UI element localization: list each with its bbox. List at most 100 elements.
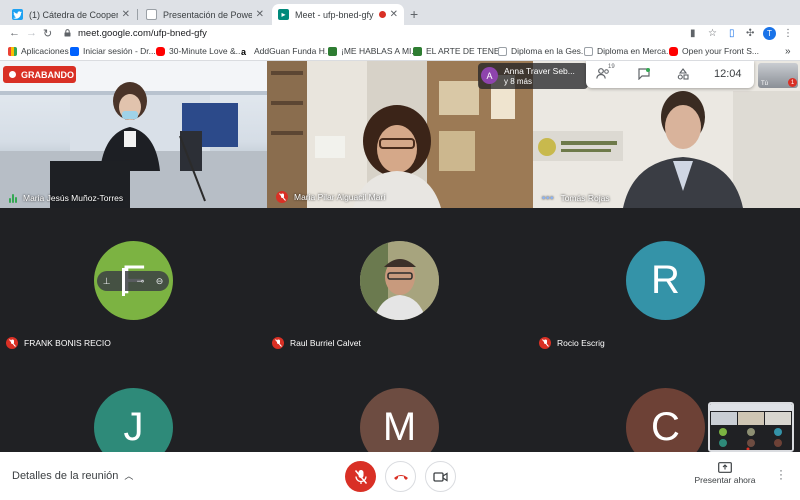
- preview-thumbnail: [710, 404, 792, 450]
- participant-name: Rocio Escrig: [539, 337, 605, 349]
- book-icon: [413, 46, 422, 56]
- dropbox-icon: [70, 46, 79, 56]
- document-icon: [584, 46, 593, 56]
- more-options-icon[interactable]: · · ·: [779, 464, 783, 484]
- amazon-icon: a: [241, 46, 250, 57]
- notification-badge: 1: [788, 78, 797, 87]
- video-camera-icon: [433, 471, 448, 482]
- new-tab-button[interactable]: +: [410, 6, 418, 22]
- presenter-name: Anna Traver Seb...: [504, 66, 575, 76]
- present-now-button[interactable]: Presentar ahora: [692, 462, 758, 485]
- participant-count: 19: [608, 64, 615, 70]
- remove-icon[interactable]: ⊖: [156, 276, 164, 287]
- present-screen-icon: [718, 462, 732, 473]
- hang-up-icon: [393, 474, 408, 480]
- youtube-icon: [669, 46, 678, 56]
- tile-hover-controls: ⊥ ⊸ ⊖: [97, 268, 169, 296]
- recording-dot-icon: [378, 11, 386, 18]
- apps-grid-icon: [8, 46, 17, 56]
- tab-twitter[interactable]: (1) Cátedra de Cooperativas Ag ✕: [6, 4, 136, 25]
- avatar: A: [481, 67, 498, 84]
- self-view-thumbnail[interactable]: Tú 1: [758, 63, 798, 88]
- text-cursor: [122, 268, 126, 296]
- browser-toolbar: ← → ↻ meet.google.com/ufp-bned-gfy ▮ ☆ ▯…: [0, 25, 800, 43]
- bookmark-item[interactable]: a AddGuan Funda H...: [241, 46, 332, 57]
- participant-name: ••• Tomás Rojas: [542, 193, 610, 203]
- avatar-photo: [360, 241, 439, 320]
- avatar: J: [94, 388, 173, 452]
- pin-icon[interactable]: ⊥: [103, 276, 111, 287]
- bookmarks-overflow[interactable]: »: [785, 46, 791, 57]
- close-icon[interactable]: ✕: [122, 9, 130, 20]
- close-icon[interactable]: ✕: [390, 9, 398, 20]
- bookmark-item[interactable]: Diploma en la Ges...: [498, 46, 588, 56]
- self-label: Tú: [761, 81, 769, 87]
- meeting-clock: 12:04: [714, 68, 742, 80]
- participant-name: Maria Pilar Alguacil Marí: [276, 191, 386, 203]
- avatar: [360, 241, 439, 320]
- tab-powerpoint[interactable]: Presentación de PowerPoint ✕: [140, 4, 270, 25]
- camera-icon[interactable]: ▮: [690, 28, 696, 39]
- chat-icon[interactable]: [638, 68, 650, 80]
- tab-separator: [137, 9, 138, 20]
- microphone-toggle-button[interactable]: [345, 461, 376, 492]
- activities-icon[interactable]: [677, 68, 689, 80]
- bookmark-item[interactable]: EL ARTE DE TENE...: [413, 46, 507, 56]
- bookmark-item[interactable]: Diploma en Merca...: [584, 46, 673, 56]
- twitter-icon: [12, 9, 23, 20]
- recording-dot-icon: [9, 71, 16, 78]
- more-dots-icon: •••: [542, 193, 555, 203]
- tab-meet[interactable]: ▸ Meet - ufp-bned-gfy ✕: [272, 4, 404, 25]
- meet-stage: Maria Jesús Muñoz-Torres Maria Pilar Alg…: [0, 61, 800, 452]
- address-bar[interactable]: meet.google.com/ufp-bned-gfy: [78, 28, 207, 39]
- presenter-more: y 8 más: [504, 77, 533, 86]
- recording-badge: GRABANDO: [3, 66, 76, 83]
- video-feed: [0, 61, 267, 208]
- back-icon[interactable]: ←: [9, 27, 20, 39]
- avatar: M: [360, 388, 439, 452]
- lock-icon: [64, 29, 71, 37]
- extension-doc-icon[interactable]: ▯: [729, 28, 735, 39]
- document-icon: [498, 46, 507, 56]
- kebab-menu-icon[interactable]: ⋮: [783, 28, 793, 39]
- mic-off-icon: [276, 191, 288, 203]
- bookmarks-bar: Aplicaciones Iniciar sesión - Dr... 30-M…: [0, 43, 800, 61]
- camera-toggle-button[interactable]: [425, 461, 456, 492]
- document-icon: [146, 9, 157, 20]
- star-icon[interactable]: ☆: [708, 28, 717, 39]
- bookmark-item[interactable]: 30-Minute Love &...: [156, 46, 243, 56]
- bookmark-item[interactable]: ¡ME HABLAS A MI...: [328, 46, 418, 56]
- participant-name: Raul Burriel Calvet: [272, 337, 361, 349]
- participant-name: Maria Jesús Muñoz-Torres: [9, 193, 123, 203]
- youtube-icon: [156, 46, 165, 56]
- meet-bottom-bar: Detalles de la reunión ︿ Presentar ahora…: [0, 452, 800, 500]
- tab-title: Presentación de PowerPoint: [163, 9, 252, 20]
- mute-toggle-icon[interactable]: ⊸: [137, 276, 145, 287]
- bookmark-item[interactable]: Open your Front S...: [669, 46, 759, 56]
- mic-off-icon: [539, 337, 551, 349]
- forward-icon[interactable]: →: [26, 27, 37, 39]
- meeting-details-button[interactable]: Detalles de la reunión ︿: [12, 469, 133, 482]
- meet-top-bar: 19 12:04: [586, 61, 754, 88]
- participant-name: FRANK BONIS RECIO: [6, 337, 111, 349]
- bookmark-item[interactable]: Iniciar sesión - Dr...: [70, 46, 156, 56]
- presenter-chip[interactable]: A Anna Traver Seb... y 8 más: [478, 63, 588, 89]
- reload-icon[interactable]: ↻: [43, 27, 52, 40]
- mic-off-icon: [6, 337, 18, 349]
- mic-off-icon: [354, 469, 367, 484]
- mic-off-icon: [272, 337, 284, 349]
- bookmark-apps[interactable]: Aplicaciones: [8, 46, 69, 56]
- avatar[interactable]: T: [763, 27, 776, 40]
- video-tile[interactable]: Maria Jesús Muñoz-Torres: [0, 61, 267, 208]
- avatar: R: [626, 241, 705, 320]
- tab-title: Meet - ufp-bned-gfy: [295, 9, 374, 20]
- speaking-indicator-icon: [9, 193, 17, 203]
- leave-call-button[interactable]: [385, 461, 416, 492]
- tab-title: (1) Cátedra de Cooperativas Ag: [29, 9, 118, 20]
- tab-strip: (1) Cátedra de Cooperativas Ag ✕ Present…: [0, 0, 800, 25]
- meet-icon: ▸: [278, 9, 289, 20]
- close-icon[interactable]: ✕: [256, 9, 264, 20]
- puzzle-icon[interactable]: ✣: [746, 28, 754, 39]
- presentation-preview[interactable]: [708, 402, 794, 452]
- book-icon: [328, 46, 337, 56]
